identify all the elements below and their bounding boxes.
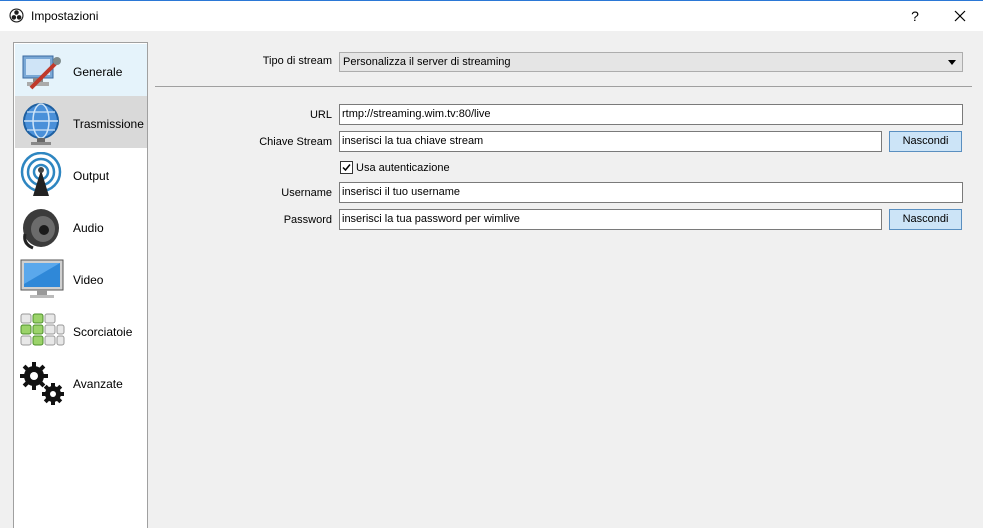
- broadcast-tower-icon: [20, 152, 62, 196]
- sidebar-item-label: Trasmissione: [73, 117, 144, 131]
- settings-sidebar: Generale Trasmissione Output Audio Video…: [13, 42, 148, 528]
- sidebar-item-label: Output: [73, 169, 110, 183]
- username-input[interactable]: inserisci il tuo username: [339, 182, 963, 203]
- url-label: URL: [309, 109, 332, 121]
- hide-stream-key-button[interactable]: Nascondi: [889, 131, 962, 152]
- sidebar-item-generale[interactable]: Generale: [15, 44, 147, 96]
- title-bar: Impostazioni ?: [0, 0, 983, 31]
- help-button[interactable]: ?: [904, 4, 926, 28]
- obs-app-icon: [9, 8, 24, 23]
- globe-icon: [23, 103, 59, 145]
- gears-icon: [20, 362, 64, 405]
- speaker-icon: [23, 209, 59, 250]
- hide-password-button[interactable]: Nascondi: [889, 209, 962, 230]
- sidebar-item-video[interactable]: Video: [15, 252, 147, 304]
- sidebar-item-label: Audio: [73, 221, 104, 235]
- stream-type-value: Personalizza il server di streaming: [343, 56, 511, 68]
- section-divider: [155, 86, 972, 87]
- close-button[interactable]: [946, 4, 974, 28]
- stream-key-label: Chiave Stream: [259, 136, 332, 148]
- password-input[interactable]: inserisci la tua password per wimlive: [339, 209, 882, 230]
- use-auth-label: Usa autenticazione: [356, 162, 450, 174]
- url-input[interactable]: rtmp://streaming.wim.tv:80/live: [339, 104, 963, 125]
- stream-type-label: Tipo di stream: [262, 55, 332, 67]
- sidebar-item-label: Video: [73, 273, 104, 287]
- chevron-down-icon: [948, 60, 956, 65]
- sidebar-item-label: Avanzate: [73, 377, 123, 391]
- sidebar-item-audio[interactable]: Audio: [15, 200, 147, 252]
- sidebar-item-avanzate[interactable]: Avanzate: [15, 356, 147, 408]
- sidebar-item-trasmissione[interactable]: Trasmissione: [15, 96, 147, 148]
- username-label: Username: [281, 187, 332, 199]
- sidebar-item-scorciatoie[interactable]: Scorciatoie: [15, 304, 147, 356]
- monitor-icon: [20, 259, 64, 298]
- general-settings-icon: [22, 55, 61, 90]
- stream-type-select[interactable]: Personalizza il server di streaming: [339, 52, 963, 72]
- sidebar-item-label: Generale: [73, 65, 123, 79]
- close-icon: [954, 10, 966, 22]
- sidebar-item-output[interactable]: Output: [15, 148, 147, 200]
- sidebar-item-label: Scorciatoie: [73, 325, 133, 339]
- stream-key-input[interactable]: inserisci la tua chiave stream: [339, 131, 882, 152]
- password-label: Password: [283, 214, 332, 226]
- window-title: Impostazioni: [31, 9, 99, 23]
- keyboard-icon: [20, 313, 65, 346]
- use-auth-checkbox[interactable]: [340, 161, 353, 174]
- checkmark-icon: [342, 164, 351, 172]
